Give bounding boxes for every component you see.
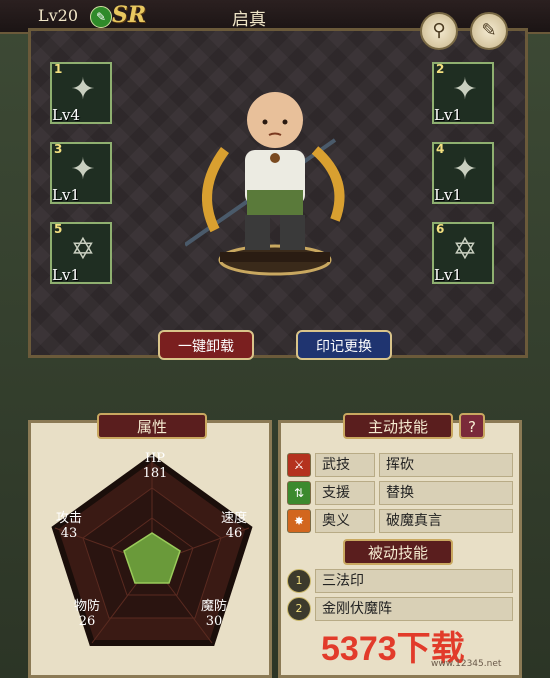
attributes-panel: 属性 HP 181 速度 46 魔防 30 物防 26 攻击 43: [28, 413, 272, 678]
seal-slot-1[interactable]: 1 ✦ Lv4: [50, 62, 112, 124]
passive-skill-name: 金刚伏魔阵: [315, 597, 513, 621]
notes-button[interactable]: ✎: [470, 12, 508, 50]
ultimate-icon: ✸: [287, 509, 311, 533]
skill-name: 挥砍: [379, 453, 513, 477]
hp-value: 181: [142, 466, 168, 481]
seal-glyph-icon: ✦: [70, 152, 96, 187]
slot-number: 5: [54, 222, 63, 236]
hp-stat: HP 181: [135, 451, 175, 481]
slot-number: 4: [436, 142, 445, 156]
skills-panel: 主动技能 ? ⚔ 武技 挥砍 ⇅ 支援 替换 ✸ 奥义 破魔真言 被动技能 1 …: [278, 413, 522, 678]
hp-label: HP: [144, 451, 166, 466]
game-frame: Lv20 ✎ SR 启真 ⚲ ✎ 1 ✦ Lv4 2 ✦ Lv1 3 ✦ Lv1…: [0, 0, 550, 678]
skill-category: 支援: [315, 481, 375, 505]
search-icon: ⚲: [432, 20, 446, 41]
change-seal-button[interactable]: 印记更换: [296, 330, 392, 360]
active-skills-title: 主动技能: [343, 413, 453, 439]
mdef-value: 30: [205, 614, 223, 629]
blade-icon: ⚔: [287, 453, 311, 477]
slot-number: 1: [54, 62, 63, 76]
atk-value: 43: [60, 526, 78, 541]
support-icon: ⇅: [287, 481, 311, 505]
hexagram-glyph-icon: ✡: [70, 232, 96, 267]
slot-number: 2: [436, 62, 445, 76]
skill-name: 替换: [379, 481, 513, 505]
attributes-title: 属性: [97, 413, 207, 439]
rarity-badge: SR: [112, 2, 147, 28]
help-button[interactable]: ?: [459, 413, 485, 439]
skill-name: 破魔真言: [379, 509, 513, 533]
passive-skill-name: 三法印: [315, 569, 513, 593]
seal-slot-3[interactable]: 3 ✦ Lv1: [50, 142, 112, 204]
seal-glyph-icon: ✦: [70, 72, 96, 107]
seal-slot-4[interactable]: 4 ✦ Lv1: [432, 142, 494, 204]
seal-slot-6[interactable]: 6 ✡ Lv1: [432, 222, 494, 284]
pdef-value: 26: [78, 614, 96, 629]
passive-skill-number: 2: [287, 597, 311, 621]
pdef-stat: 物防 26: [67, 599, 107, 629]
seal-slot-2[interactable]: 2 ✦ Lv1: [432, 62, 494, 124]
character-name: 启真: [232, 10, 266, 30]
skill-category: 武技: [315, 453, 375, 477]
slot-level: Lv1: [52, 186, 80, 204]
pdef-label: 物防: [73, 599, 100, 614]
slot-number: 3: [54, 142, 63, 156]
character-figure: [185, 92, 345, 276]
slot-level: Lv1: [434, 106, 462, 124]
slot-number: 6: [436, 222, 445, 236]
slot-level: Lv1: [52, 266, 80, 284]
passive-skill-number: 1: [287, 569, 311, 593]
mdef-stat: 魔防 30: [194, 599, 234, 629]
slot-level: Lv1: [434, 186, 462, 204]
character-level: Lv20: [38, 6, 79, 25]
notepad-icon: ✎: [481, 20, 497, 41]
passive-skills-title: 被动技能: [343, 539, 453, 565]
speed-value: 46: [225, 526, 243, 541]
atk-stat: 攻击 43: [49, 511, 89, 541]
hexagram-glyph-icon: ✡: [452, 232, 478, 267]
atk-label: 攻击: [55, 511, 82, 526]
seal-slot-5[interactable]: 5 ✡ Lv1: [50, 222, 112, 284]
watermark-url: www.12345.net: [431, 659, 502, 669]
skill-category: 奥义: [315, 509, 375, 533]
radar-chart: [51, 454, 253, 646]
speed-stat: 速度 46: [214, 511, 254, 541]
seal-glyph-icon: ✦: [452, 152, 478, 187]
speed-label: 速度: [220, 511, 247, 526]
search-button[interactable]: ⚲: [420, 12, 458, 50]
unequip-all-button[interactable]: 一键卸载: [158, 330, 254, 360]
seal-glyph-icon: ✦: [452, 72, 478, 107]
slot-level: Lv1: [434, 266, 462, 284]
mdef-label: 魔防: [200, 599, 227, 614]
slot-level: Lv4: [52, 106, 80, 124]
class-icon: ✎: [90, 6, 112, 28]
